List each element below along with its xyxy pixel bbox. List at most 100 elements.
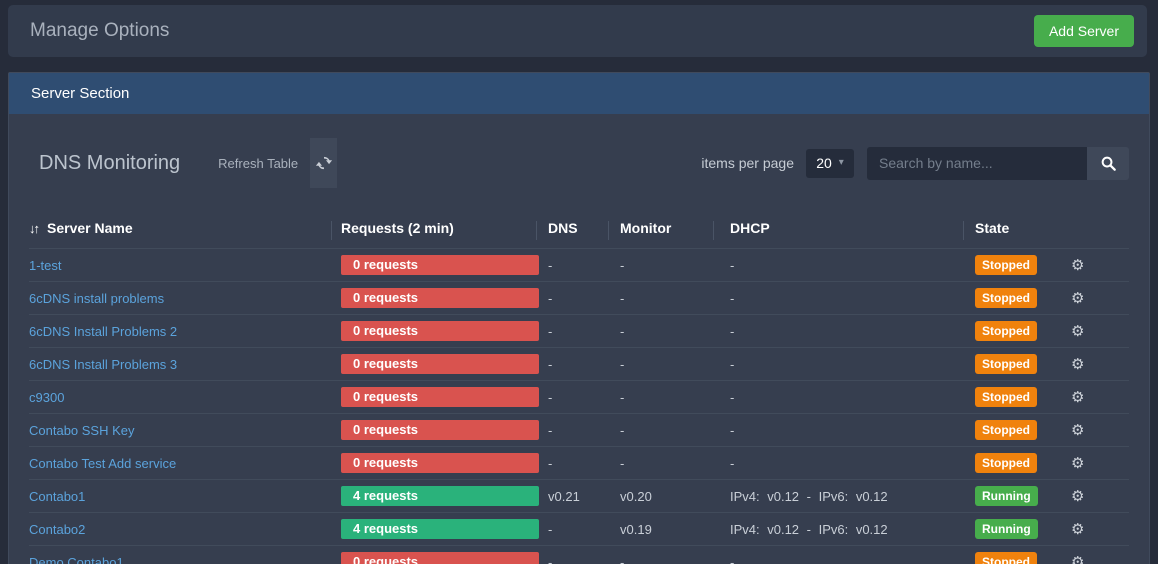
dns-version-value: - — [536, 324, 608, 339]
header-monitor: Monitor — [608, 220, 713, 236]
server-name-link[interactable]: 6cDNS Install Problems 3 — [29, 357, 177, 372]
dns-version-value: v0.21 — [536, 489, 608, 504]
monitor-version-value: - — [608, 357, 713, 372]
monitor-version-value: - — [608, 324, 713, 339]
state-badge: Stopped — [975, 288, 1037, 308]
table-toolbar: DNS Monitoring Refresh Table items per p… — [29, 138, 1129, 188]
dns-version-value: - — [536, 555, 608, 564]
add-server-button[interactable]: Add Server — [1034, 15, 1134, 47]
requests-badge: 0 requests — [341, 354, 539, 374]
sort-arrows-icon[interactable]: ↓↑ — [29, 221, 38, 236]
dhcp-version-value: IPv4: v0.12 - IPv6: v0.12 — [713, 489, 963, 504]
state-badge: Stopped — [975, 420, 1037, 440]
gear-icon[interactable]: ⚙ — [1071, 488, 1084, 505]
dhcp-version-value: - — [713, 258, 963, 273]
server-table-body: 1-test 0 requests - - - Stopped ⚙ 6cDNS … — [29, 248, 1129, 564]
table-row: Demo Contabo1 0 requests - - - Stopped ⚙ — [29, 545, 1129, 564]
requests-badge: 0 requests — [341, 420, 539, 440]
monitor-version-value: - — [608, 390, 713, 405]
manage-options-bar: Manage Options Add Server — [8, 5, 1147, 57]
gear-icon[interactable]: ⚙ — [1071, 323, 1084, 340]
gear-icon[interactable]: ⚙ — [1071, 389, 1084, 406]
items-per-page-label: items per page — [701, 155, 794, 171]
dhcp-version-value: - — [713, 357, 963, 372]
requests-badge: 0 requests — [341, 288, 539, 308]
table-row: Contabo Test Add service 0 requests - - … — [29, 446, 1129, 479]
server-name-link[interactable]: Contabo Test Add service — [29, 456, 176, 471]
server-name-link[interactable]: Contabo SSH Key — [29, 423, 135, 438]
monitor-version-value: - — [608, 423, 713, 438]
state-badge: Running — [975, 486, 1038, 506]
dhcp-version-value: - — [713, 423, 963, 438]
gear-icon[interactable]: ⚙ — [1071, 257, 1084, 274]
search-button[interactable] — [1087, 147, 1129, 180]
gear-icon[interactable]: ⚙ — [1071, 290, 1084, 307]
server-name-link[interactable]: Demo Contabo1 — [29, 555, 124, 564]
dhcp-version-value: - — [713, 291, 963, 306]
server-name-link[interactable]: 6cDNS Install Problems 2 — [29, 324, 177, 339]
server-name-link[interactable]: c9300 — [29, 390, 64, 405]
refresh-icon — [315, 154, 333, 172]
items-per-page-select[interactable]: 20 ▾ — [806, 149, 854, 178]
toolbar-right-group: items per page 20 ▾ — [701, 147, 1129, 180]
header-server-name[interactable]: ↓↑ Server Name — [29, 220, 331, 236]
state-badge: Running — [975, 519, 1038, 539]
table-row: 1-test 0 requests - - - Stopped ⚙ — [29, 248, 1129, 281]
server-name-link[interactable]: 1-test — [29, 258, 62, 273]
refresh-table-label: Refresh Table — [218, 156, 298, 171]
server-name-link[interactable]: Contabo1 — [29, 489, 85, 504]
table-row: 6cDNS Install Problems 2 0 requests - - … — [29, 314, 1129, 347]
monitor-version-value: - — [608, 456, 713, 471]
header-server-name-label: Server Name — [47, 220, 133, 236]
requests-badge: 4 requests — [341, 519, 539, 539]
dhcp-version-value: - — [713, 555, 963, 564]
section-title: Server Section — [31, 85, 129, 102]
state-badge: Stopped — [975, 387, 1037, 407]
requests-badge: 0 requests — [341, 387, 539, 407]
table-row: Contabo2 4 requests - v0.19 IPv4: v0.12 … — [29, 512, 1129, 545]
requests-badge: 0 requests — [341, 552, 539, 564]
dns-version-value: - — [536, 522, 608, 537]
dns-version-value: - — [536, 357, 608, 372]
search-input[interactable] — [867, 147, 1087, 180]
monitor-version-value: v0.19 — [608, 522, 713, 537]
section-header: Server Section — [9, 73, 1149, 114]
header-state: State — [963, 220, 1061, 236]
dhcp-version-value: - — [713, 456, 963, 471]
page-title: Manage Options — [30, 20, 169, 42]
gear-icon[interactable]: ⚙ — [1071, 521, 1084, 538]
dhcp-version-value: IPv4: v0.12 - IPv6: v0.12 — [713, 522, 963, 537]
header-requests: Requests (2 min) — [331, 220, 536, 236]
dns-version-value: - — [536, 456, 608, 471]
gear-icon[interactable]: ⚙ — [1071, 356, 1084, 373]
requests-badge: 0 requests — [341, 453, 539, 473]
refresh-table-button[interactable] — [310, 138, 337, 188]
dns-version-value: - — [536, 390, 608, 405]
monitor-version-value: - — [608, 258, 713, 273]
server-name-link[interactable]: Contabo2 — [29, 522, 85, 537]
gear-icon[interactable]: ⚙ — [1071, 455, 1084, 472]
server-name-link[interactable]: 6cDNS install problems — [29, 291, 164, 306]
dns-version-value: - — [536, 423, 608, 438]
dns-version-value: - — [536, 291, 608, 306]
requests-badge: 4 requests — [341, 486, 539, 506]
monitor-version-value: v0.20 — [608, 489, 713, 504]
requests-badge: 0 requests — [341, 255, 539, 275]
table-row: Contabo1 4 requests v0.21 v0.20 IPv4: v0… — [29, 479, 1129, 512]
state-badge: Stopped — [975, 453, 1037, 473]
header-dhcp: DHCP — [713, 220, 963, 236]
table-row: Contabo SSH Key 0 requests - - - Stopped… — [29, 413, 1129, 446]
dhcp-version-value: - — [713, 390, 963, 405]
search-icon — [1100, 155, 1117, 172]
caret-down-icon: ▾ — [839, 158, 844, 168]
gear-icon[interactable]: ⚙ — [1071, 554, 1084, 564]
monitor-version-value: - — [608, 291, 713, 306]
table-header-row: ↓↑ Server Name Requests (2 min) DNS Moni… — [29, 208, 1129, 248]
header-dns: DNS — [536, 220, 608, 236]
dns-version-value: - — [536, 258, 608, 273]
state-badge: Stopped — [975, 321, 1037, 341]
server-table: ↓↑ Server Name Requests (2 min) DNS Moni… — [29, 208, 1129, 564]
gear-icon[interactable]: ⚙ — [1071, 422, 1084, 439]
server-section-card: Server Section DNS Monitoring Refresh Ta… — [8, 72, 1150, 564]
state-badge: Stopped — [975, 552, 1037, 564]
